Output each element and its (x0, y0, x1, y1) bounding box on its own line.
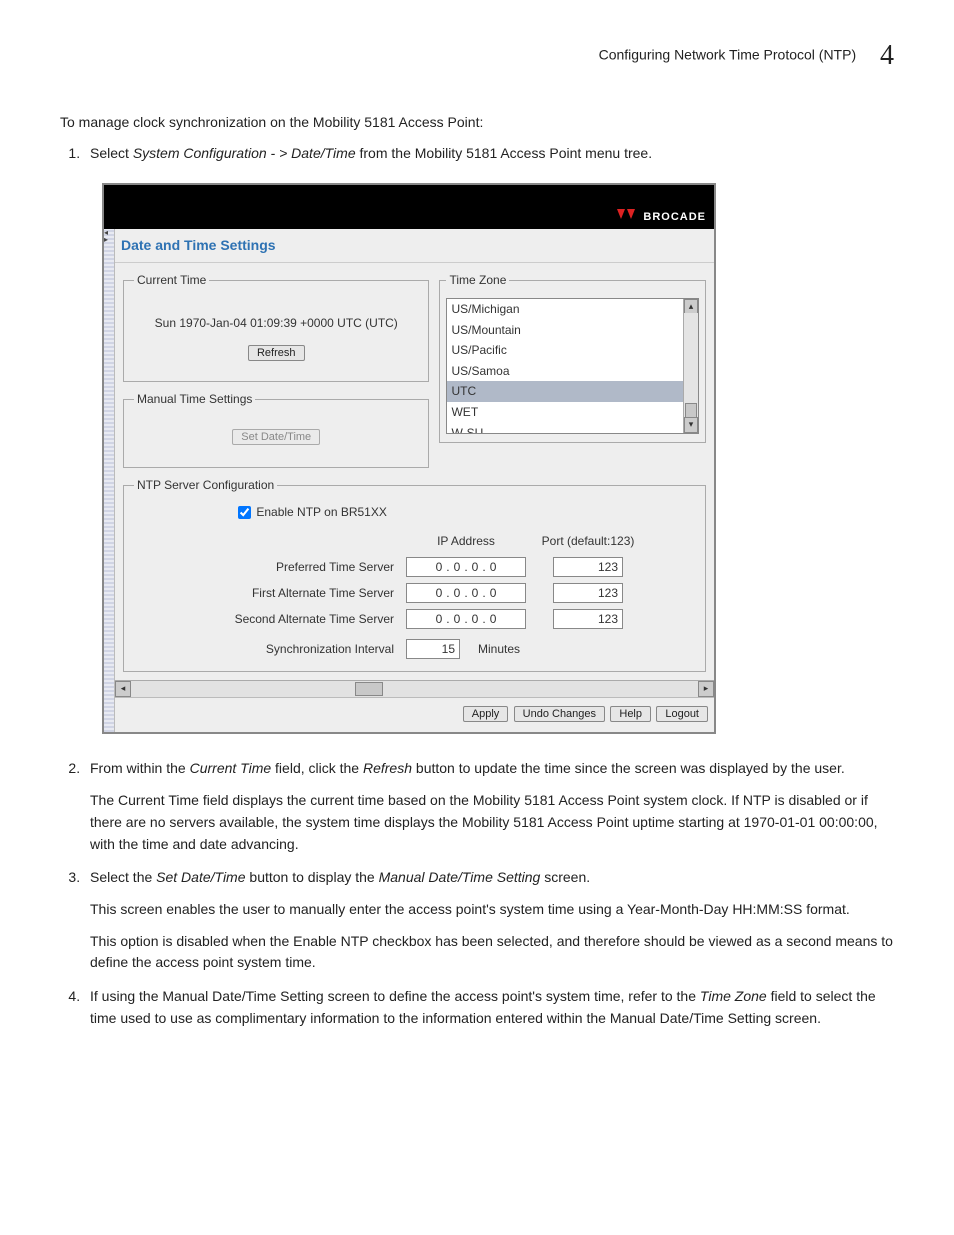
port-header: Port (default:123) (538, 532, 638, 551)
chapter-number: 4 (880, 40, 894, 71)
step-2-para: The Current Time field displays the curr… (90, 790, 894, 855)
step-2: From within the Current Time field, clic… (84, 758, 894, 855)
timezone-item[interactable]: US/Pacific (447, 340, 698, 361)
panel-title: Date and Time Settings (115, 229, 714, 264)
current-time-fieldset: Current Time Sun 1970-Jan-04 01:09:39 +0… (123, 271, 429, 382)
footer-buttons: Apply Undo Changes Help Logout (115, 697, 714, 733)
settings-screenshot: BROCADE ◂▸ Date and Time Settings Curren… (102, 183, 716, 735)
timezone-list[interactable]: US/MichiganUS/MountainUS/PacificUS/Samoa… (446, 298, 699, 434)
brand-logo-icon (615, 207, 637, 227)
brand-area: BROCADE (615, 207, 706, 227)
collapse-icon: ◂▸ (104, 229, 108, 243)
ip-address-header: IP Address (406, 532, 526, 551)
ip-address-input[interactable]: 0.0.0.0 (406, 609, 526, 629)
timezone-item[interactable]: US/Mountain (447, 320, 698, 341)
timezone-item[interactable]: WET (447, 402, 698, 423)
current-time-value: Sun 1970-Jan-04 01:09:39 +0000 UTC (UTC) (134, 314, 418, 333)
timezone-item[interactable]: W-SU (447, 423, 698, 434)
ntp-fieldset: NTP Server Configuration Enable NTP on B… (123, 476, 706, 672)
scroll-down-icon[interactable]: ▾ (684, 417, 698, 433)
page-header: Configuring Network Time Protocol (NTP) … (60, 40, 894, 72)
sync-interval-input[interactable]: 15 (406, 639, 460, 659)
manual-time-fieldset: Manual Time Settings Set Date/Time (123, 390, 429, 468)
step-3-para1: This screen enables the user to manually… (90, 899, 894, 921)
manual-time-legend: Manual Time Settings (134, 390, 255, 409)
port-input[interactable]: 123 (553, 557, 623, 577)
horizontal-scrollbar[interactable]: ◂ ▸ (115, 680, 714, 697)
timezone-scrollbar[interactable]: ▴ ▾ (683, 299, 698, 433)
step-3: Select the Set Date/Time button to displ… (84, 867, 894, 974)
sync-interval-unit: Minutes (478, 640, 695, 659)
timezone-item[interactable]: US/Samoa (447, 361, 698, 382)
enable-ntp-checkbox[interactable] (238, 506, 251, 519)
step-4: If using the Manual Date/Time Setting sc… (84, 986, 894, 1029)
apply-button[interactable]: Apply (463, 706, 509, 722)
step-1: Select System Configuration - > Date/Tim… (84, 143, 894, 734)
port-input[interactable]: 123 (553, 583, 623, 603)
left-sidebar-handle[interactable]: ◂▸ (104, 229, 115, 733)
menu-path: System Configuration - > Date/Time (133, 145, 356, 161)
set-date-time-button[interactable]: Set Date/Time (232, 429, 320, 445)
header-title: Configuring Network Time Protocol (NTP) (599, 47, 857, 63)
steps-list: Select System Configuration - > Date/Tim… (60, 143, 894, 1029)
help-button[interactable]: Help (610, 706, 651, 722)
titlebar: BROCADE (104, 185, 714, 229)
hscroll-thumb[interactable] (355, 682, 383, 696)
ntp-legend: NTP Server Configuration (134, 476, 277, 495)
ip-address-input[interactable]: 0.0.0.0 (406, 557, 526, 577)
logout-button[interactable]: Logout (656, 706, 708, 722)
sync-interval-label: Synchronization Interval (134, 640, 394, 659)
enable-ntp-label[interactable]: Enable NTP on BR51XX (234, 505, 387, 519)
ntp-row-label: Preferred Time Server (134, 558, 394, 577)
timezone-fieldset: Time Zone US/MichiganUS/MountainUS/Pacif… (439, 271, 706, 443)
timezone-item[interactable]: US/Michigan (447, 299, 698, 320)
scroll-left-icon[interactable]: ◂ (115, 681, 131, 697)
timezone-item[interactable]: UTC (447, 381, 698, 402)
ntp-row-label: Second Alternate Time Server (134, 610, 394, 629)
timezone-legend: Time Zone (446, 271, 509, 290)
intro-paragraph: To manage clock synchronization on the M… (60, 112, 894, 133)
refresh-button[interactable]: Refresh (248, 345, 305, 361)
current-time-legend: Current Time (134, 271, 209, 290)
scroll-right-icon[interactable]: ▸ (698, 681, 714, 697)
step-3-para2: This option is disabled when the Enable … (90, 931, 894, 974)
port-input[interactable]: 123 (553, 609, 623, 629)
brand-text: BROCADE (643, 211, 706, 223)
undo-changes-button[interactable]: Undo Changes (514, 706, 605, 722)
ip-address-input[interactable]: 0.0.0.0 (406, 583, 526, 603)
ntp-row-label: First Alternate Time Server (134, 584, 394, 603)
